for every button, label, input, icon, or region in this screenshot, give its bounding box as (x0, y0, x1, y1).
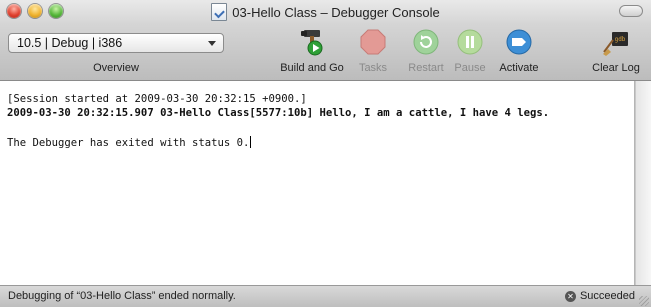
activate-breakpoints-icon (506, 29, 532, 55)
vertical-scrollbar[interactable] (635, 81, 651, 285)
debugger-exit-text: The Debugger has exited with status 0. (7, 137, 250, 149)
debugger-console-window: 03-Hello Class – Debugger Console 10.5 |… (0, 0, 651, 307)
build-result-label: Succeeded (579, 290, 635, 302)
tasks-button[interactable]: Tasks (356, 28, 390, 76)
build-result: ✕ Succeeded (564, 290, 635, 302)
svg-text:gdb: gdb (615, 36, 626, 43)
window-title: 03-Hello Class – Debugger Console (232, 4, 440, 20)
unified-toolbar: 03-Hello Class – Debugger Console 10.5 |… (0, 0, 651, 81)
program-output-line: 2009-03-30 20:32:15.907 03-Hello Class[5… (7, 107, 550, 119)
debugger-exit-line: The Debugger has exited with status 0. (7, 136, 252, 149)
restart-button[interactable]: Restart (404, 28, 448, 76)
pause-icon (457, 29, 483, 55)
status-message: Debugging of “03-Hello Class” ended norm… (8, 290, 236, 302)
clear-log-broom-icon: gdb (603, 32, 628, 56)
clear-log-label: Clear Log (592, 62, 640, 74)
console-output-area[interactable]: [Session started at 2009-03-30 20:32:15 … (0, 81, 635, 285)
toolbar-toggle-button[interactable] (619, 5, 643, 17)
overview-label: Overview (93, 62, 139, 74)
build-and-go-button[interactable]: Build and Go (276, 28, 348, 76)
resize-grip-icon[interactable] (639, 296, 649, 306)
activate-button[interactable]: Activate (494, 28, 544, 76)
clear-log-button[interactable]: gdb Clear Log (588, 28, 644, 76)
build-and-go-label: Build and Go (280, 62, 344, 74)
activate-label: Activate (499, 62, 539, 74)
status-bar: Debugging of “03-Hello Class” ended norm… (0, 285, 651, 307)
text-cursor (250, 136, 252, 148)
overview-popup-value: 10.5 | Debug | i386 (17, 36, 123, 50)
hammer-play-icon (301, 30, 323, 56)
restart-label: Restart (408, 62, 444, 74)
overview-popup[interactable]: 10.5 | Debug | i386 (8, 33, 224, 53)
window-title-bar: 03-Hello Class – Debugger Console (0, 2, 651, 22)
pause-label: Pause (454, 62, 486, 74)
restart-icon (413, 29, 439, 55)
xcode-project-icon (211, 3, 228, 21)
status-x-icon: ✕ (564, 290, 576, 302)
session-start-line: [Session started at 2009-03-30 20:32:15 … (7, 93, 307, 105)
popup-arrow-icon (208, 41, 216, 46)
stop-sign-icon (360, 29, 386, 55)
pause-button[interactable]: Pause (452, 28, 488, 76)
tasks-label: Tasks (358, 62, 388, 74)
